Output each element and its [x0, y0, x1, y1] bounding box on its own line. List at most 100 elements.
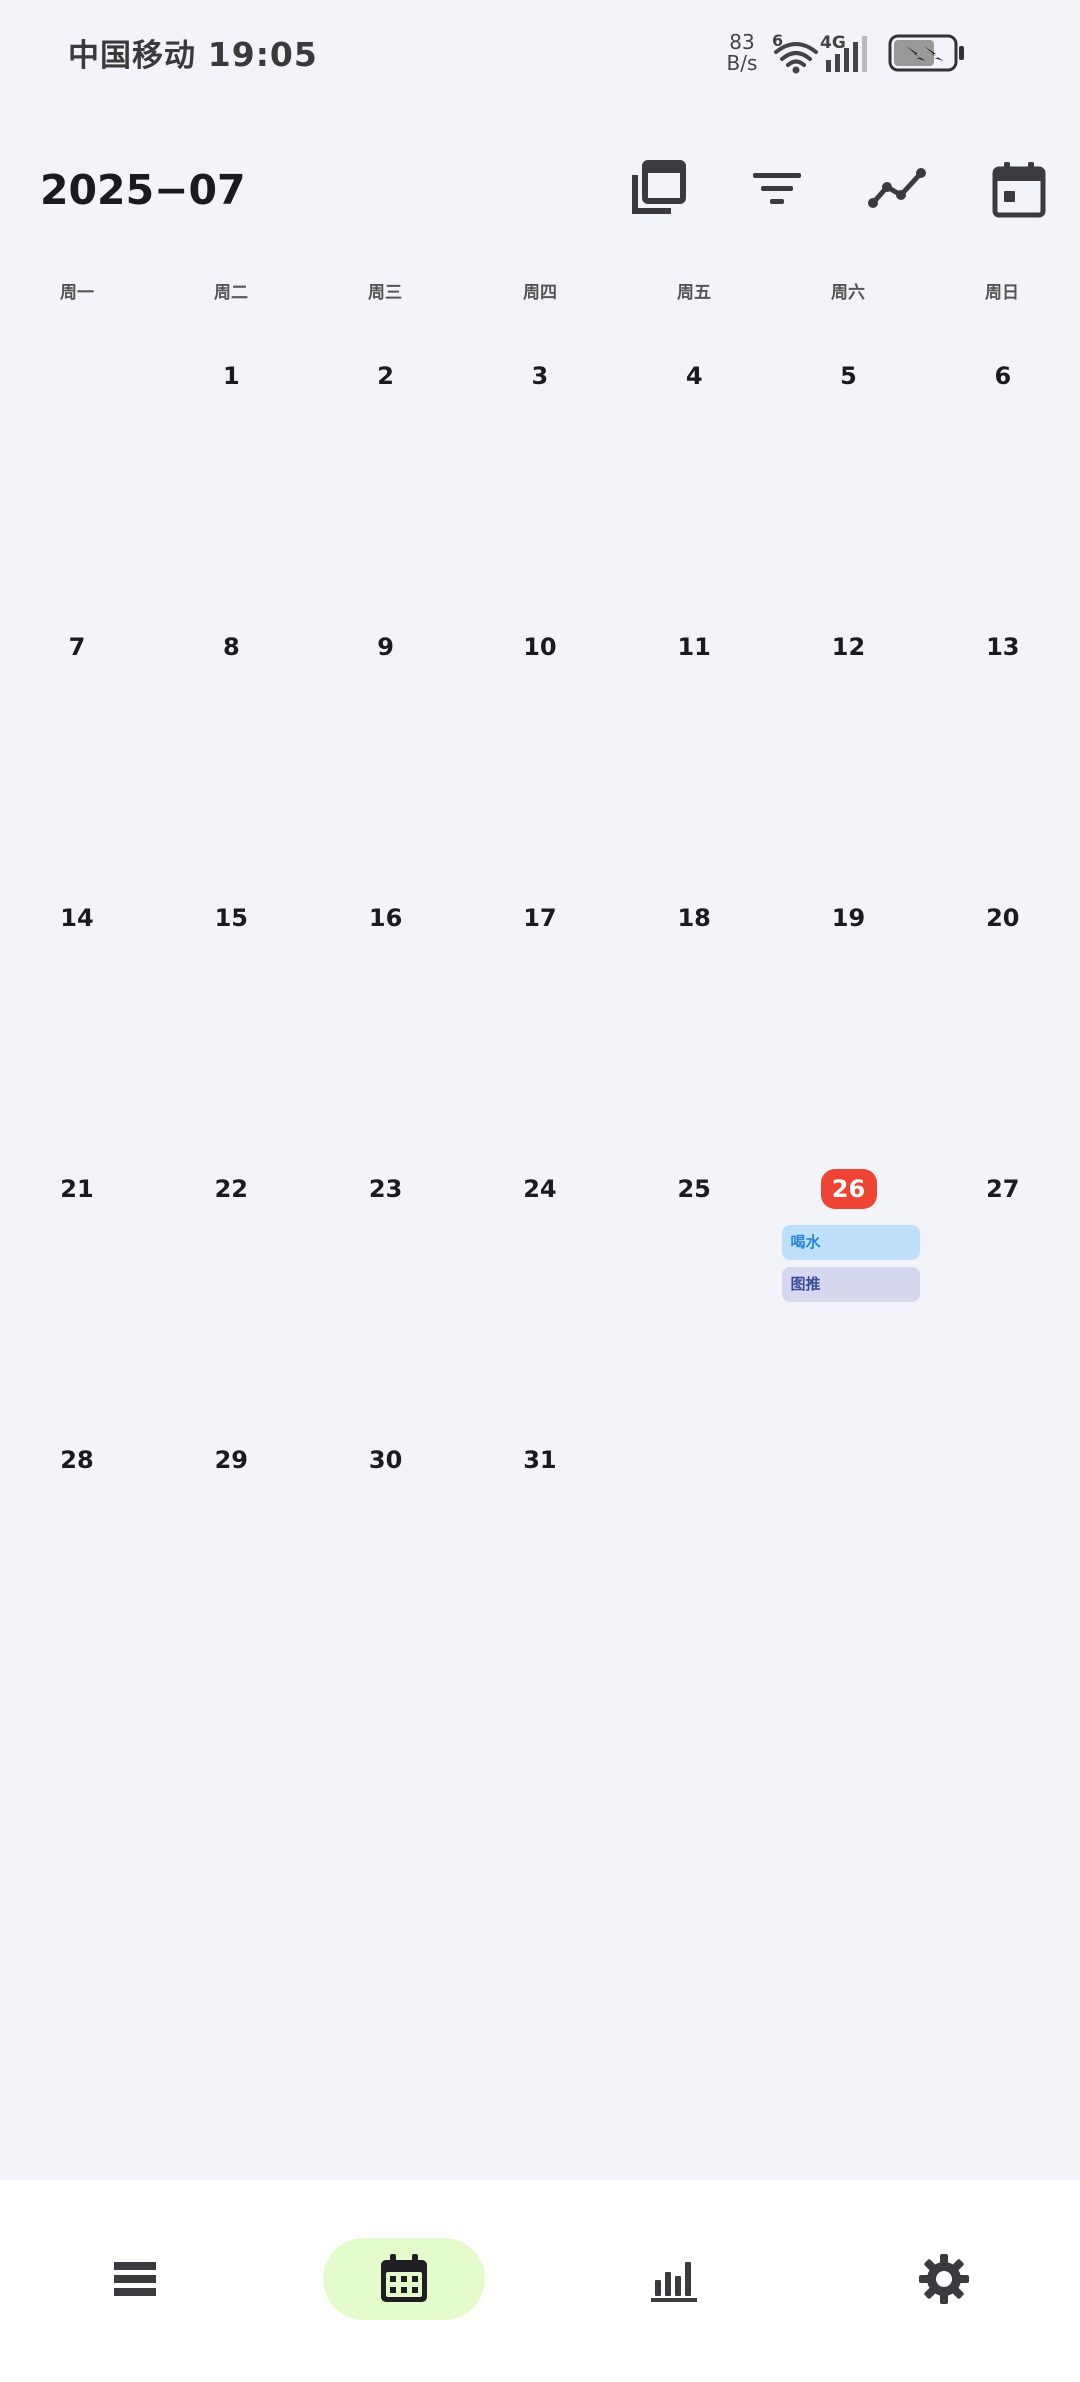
day-number: 14: [60, 904, 94, 932]
nav-list[interactable]: [54, 2238, 216, 2320]
status-icons: 83 B/s 6 4G: [720, 28, 1020, 78]
day-number: 16: [368, 904, 403, 932]
day-cell[interactable]: 12: [772, 601, 926, 871]
day-number: 11: [677, 633, 711, 661]
today-button[interactable]: [984, 154, 1054, 224]
day-cell[interactable]: 19: [772, 872, 926, 1142]
day-cell[interactable]: 10: [463, 601, 617, 871]
day-cell[interactable]: 6: [926, 330, 1080, 600]
event-chip[interactable]: 图推: [781, 1267, 920, 1302]
day-cell[interactable]: 1: [154, 330, 308, 600]
day-number: 3: [531, 362, 549, 390]
weekday-wed: 周三: [368, 283, 402, 303]
day-number: 21: [60, 1175, 94, 1203]
day-number: 31: [523, 1446, 557, 1474]
day-cell[interactable]: 27: [926, 1143, 1080, 1413]
filter-icon: [753, 173, 801, 204]
weekday-tue: 周二: [214, 283, 248, 303]
day-cell[interactable]: 21: [0, 1143, 154, 1413]
day-number: 27: [986, 1175, 1020, 1203]
status-bar: 中国移动 19:05 83 B/s 6 4G: [0, 0, 1080, 110]
day-cell[interactable]: 25: [617, 1143, 771, 1413]
day-number: 25: [677, 1175, 711, 1203]
filter-button[interactable]: [742, 154, 812, 224]
day-number: 19: [831, 904, 866, 932]
day-number: 6: [994, 362, 1012, 390]
weekday-fri: 周五: [677, 283, 711, 303]
day-cell[interactable]: 18: [617, 872, 771, 1142]
net-speed-value: 83: [729, 30, 755, 54]
copy-button[interactable]: [622, 154, 692, 224]
day-cell[interactable]: 28: [0, 1414, 154, 1684]
bar-chart-icon: [651, 2262, 697, 2302]
copy-icon: [632, 160, 686, 214]
day-cell[interactable]: 9: [309, 601, 463, 871]
network-type: 4G: [820, 33, 846, 53]
calendar-grid-icon: [381, 2254, 427, 2302]
nav-calendar[interactable]: [323, 2238, 485, 2320]
day-cell[interactable]: 7: [0, 601, 154, 871]
day-cell[interactable]: 8: [154, 601, 308, 871]
day-cell[interactable]: 14: [0, 872, 154, 1142]
day-number: 30: [368, 1446, 403, 1474]
calendar-icon: [992, 162, 1046, 218]
day-cell[interactable]: 16: [309, 872, 463, 1142]
day-number: 13: [986, 633, 1020, 661]
day-cell[interactable]: 26 喝水 图推: [772, 1143, 926, 1413]
nav-stats[interactable]: [593, 2238, 755, 2320]
day-number: 1: [222, 362, 240, 390]
day-cell[interactable]: 11: [617, 601, 771, 871]
weekday-thu: 周四: [523, 283, 557, 303]
day-cell[interactable]: 15: [154, 872, 308, 1142]
day-cell[interactable]: 20: [926, 872, 1080, 1142]
event-chip[interactable]: 喝水: [781, 1225, 920, 1260]
trend-line-icon: [868, 168, 926, 208]
month-title[interactable]: 2025−07: [40, 166, 246, 214]
day-number: 9: [377, 633, 394, 661]
day-cell[interactable]: 23: [309, 1143, 463, 1413]
carrier-name: 中国移动: [68, 38, 196, 74]
net-speed-unit: B/s: [726, 51, 758, 75]
day-number: 12: [831, 633, 866, 661]
weekday-mon: 周一: [60, 283, 94, 303]
day-cell[interactable]: 29: [154, 1414, 308, 1684]
weekday-sun: 周日: [985, 283, 1019, 303]
day-number: 8: [222, 633, 240, 661]
calendar-grid: 1 2 3 4 5 6 7 8 9 10 11 12 13 14 15 16 17 18 19 20 21 22 23 24 2…: [0, 330, 1080, 1680]
day-number: 29: [214, 1446, 248, 1474]
clock: 19:05: [207, 35, 318, 74]
day-cell[interactable]: 17: [463, 872, 617, 1142]
bottom-navigation: [0, 2180, 1080, 2382]
day-number: 23: [368, 1175, 403, 1203]
day-number: 18: [677, 904, 711, 932]
day-cell[interactable]: 5: [772, 330, 926, 600]
day-number: 24: [523, 1175, 557, 1203]
day-number: 2: [377, 362, 394, 390]
day-cell[interactable]: 24: [463, 1143, 617, 1413]
carrier-time: 中国移动 19:05: [68, 30, 318, 75]
day-cell[interactable]: 30: [309, 1414, 463, 1684]
day-cell[interactable]: 3: [463, 330, 617, 600]
calendar-header: 2025−07: [0, 140, 1080, 240]
trend-button[interactable]: [862, 154, 932, 224]
nav-settings[interactable]: [863, 2238, 1025, 2320]
day-cell[interactable]: 4: [617, 330, 771, 600]
cellular-signal-icon: 4G: [820, 33, 867, 72]
day-number: 22: [214, 1175, 248, 1203]
day-number: 20: [986, 904, 1020, 932]
battery-icon: [888, 34, 964, 72]
gear-icon: [919, 2254, 969, 2304]
day-cell[interactable]: 31: [463, 1414, 617, 1684]
day-number: 5: [840, 362, 857, 390]
day-number: 7: [68, 633, 86, 661]
weekday-sat: 周六: [831, 283, 865, 303]
day-cell[interactable]: 22: [154, 1143, 308, 1413]
wifi-icon: 6: [772, 32, 818, 74]
day-number: 10: [523, 633, 557, 661]
day-cell[interactable]: 13: [926, 601, 1080, 871]
day-cell[interactable]: 2: [309, 330, 463, 600]
network-speed: 83 B/s: [720, 32, 764, 74]
day-number: 28: [60, 1446, 94, 1474]
day-number: 17: [523, 904, 557, 932]
day-number: 15: [214, 904, 248, 932]
